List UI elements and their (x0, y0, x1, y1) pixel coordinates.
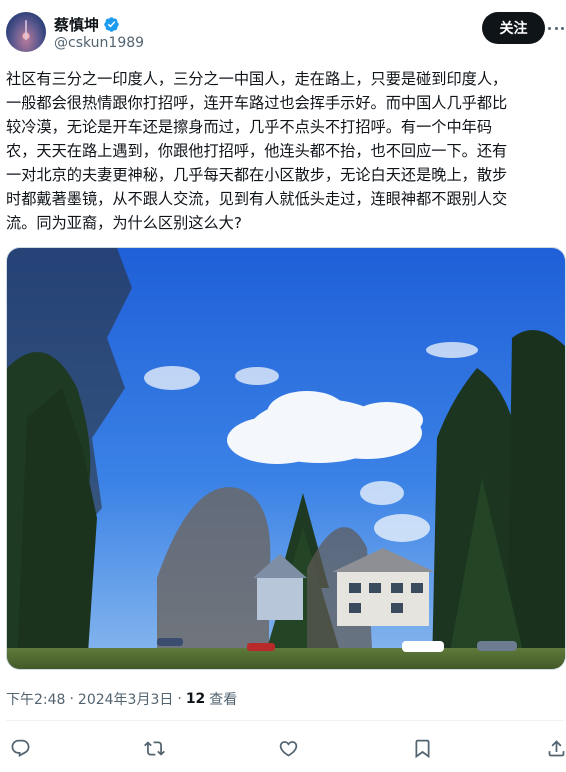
more-dots-icon[interactable] (548, 22, 564, 34)
tweet-text-line: 一对北京的夫妻更神秘，几乎每天都在小区散步，无论白天还是晚上，散步 (6, 166, 508, 184)
tweet-text-line: 时都戴著墨镜，从不跟人交流，见到有人就低头走过，连眼神都不跟别人交 (6, 190, 508, 208)
meta-separator: · (177, 691, 182, 707)
tweet-text-line: 一般都会很热情跟你打招呼，连开车路过也会挥手示好。而中国人几乎都比 (6, 94, 508, 112)
bookmark-icon[interactable] (408, 734, 436, 762)
author-display-name[interactable]: 蔡慎坤 (54, 14, 99, 35)
tweet-date[interactable]: 2024年3月3日 (78, 689, 173, 709)
tweet-header: 蔡慎坤 @cskun1989 关注 (0, 0, 566, 62)
action-bar (0, 734, 566, 762)
heart-icon[interactable] (274, 734, 302, 762)
retweet-icon[interactable] (140, 734, 168, 762)
tweet-text-line: 农，天天在路上遇到，你跟他打招呼，他连头都不抬，也不回应一下。还有 (6, 142, 508, 160)
follow-button[interactable]: 关注 (482, 12, 545, 44)
author-handle[interactable]: @cskun1989 (54, 35, 144, 51)
tweet-text-line: 流。同为亚裔，为什么区别这么大? (6, 214, 242, 232)
meta-separator: · (69, 691, 74, 707)
share-icon[interactable] (542, 734, 566, 762)
tweet-time[interactable]: 下午2:48 (6, 689, 65, 709)
avatar[interactable] (6, 12, 46, 52)
author-name-row: 蔡慎坤 (54, 14, 120, 34)
views-count: 12 (185, 691, 206, 707)
divider (6, 720, 564, 721)
reply-icon[interactable] (6, 734, 34, 762)
tweet-text: 社区有三分之一印度人，三分之一中国人，走在路上，只要是碰到印度人， 一般都会很热… (6, 67, 562, 235)
tweet-text-line: 较冷漠，无论是开车还是擦身而过，几乎不点头不打招呼。有一个中年码 (6, 118, 492, 136)
tweet-photo[interactable] (6, 247, 566, 670)
tweet-meta: 下午2:48 · 2024年3月3日 · 12 查看 (6, 689, 237, 709)
views-label: 查看 (209, 692, 238, 708)
photo-illustration (7, 248, 565, 669)
tweet-text-line: 社区有三分之一印度人，三分之一中国人，走在路上，只要是碰到印度人， (6, 70, 508, 88)
verified-badge-icon (104, 16, 119, 32)
